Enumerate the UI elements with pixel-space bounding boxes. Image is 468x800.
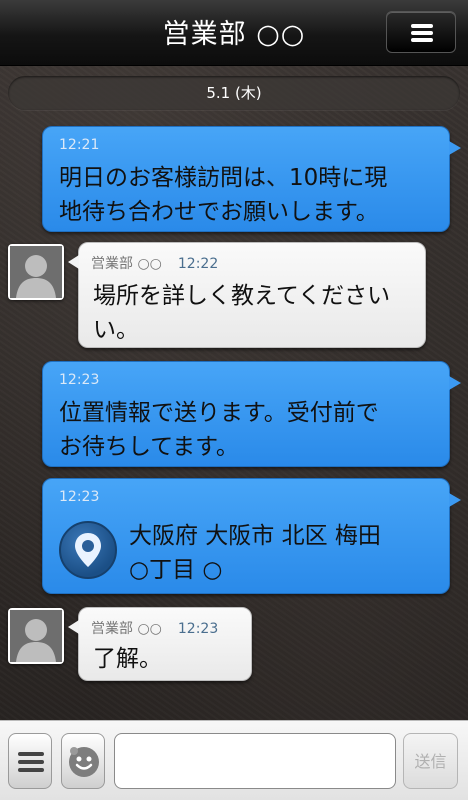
attach-menu-button[interactable] — [8, 733, 52, 789]
message-time: 12:21 — [59, 137, 100, 153]
message-time: 12:23 — [59, 372, 100, 388]
message-text: 位置情報で送ります。受付前で — [59, 400, 379, 426]
menu-button[interactable] — [386, 11, 456, 53]
header-bar: 営業部 ○○ — [0, 0, 468, 66]
hamburger-menu-icon — [411, 24, 433, 28]
message-time: 12:23 — [59, 489, 100, 505]
message-text: お待ちしてます。 — [59, 434, 239, 460]
message-bubble-incoming[interactable]: 営業部 ○○ 12:23 了解。 — [68, 607, 252, 681]
location-address: 大阪府 大阪市 北区 梅田 — [129, 523, 381, 549]
message-input[interactable] — [114, 733, 396, 789]
hamburger-menu-icon-line — [411, 38, 433, 42]
message-bubble-location[interactable]: 12:23 大阪府 大阪市 北区 梅田 ○丁目 ○ — [42, 478, 461, 594]
message-bubble-outgoing[interactable]: 12:23 位置情報で送ります。受付前で お待ちしてます。 — [42, 361, 461, 467]
message-text: 場所を詳しく教えてください — [93, 283, 391, 309]
message-meta: 営業部 ○○ 12:22 — [91, 253, 218, 273]
sender-name: 営業部 ○○ — [91, 621, 162, 637]
message-text: 了解。 — [93, 646, 162, 672]
message-text: 明日のお客様訪問は、10時に現 — [59, 165, 388, 191]
avatar[interactable] — [8, 244, 64, 300]
message-bubble-outgoing[interactable]: 12:21 明日のお客様訪問は、10時に現 地待ち合わせでお願いします。 — [42, 126, 461, 232]
menu-lines-icon — [18, 752, 44, 772]
sticker-face-icon — [69, 747, 99, 777]
person-silhouette-icon — [10, 246, 62, 298]
message-text: い。 — [93, 317, 139, 343]
message-time: 12:23 — [177, 621, 219, 637]
location-address: ○丁目 ○ — [129, 557, 223, 583]
location-pin-icon — [59, 521, 117, 579]
date-separator: 5.1 (木) — [8, 76, 460, 110]
avatar[interactable] — [8, 608, 64, 664]
message-text: 地待ち合わせでお願いします。 — [59, 199, 379, 225]
composer-bar: 送信 — [0, 720, 468, 800]
message-time: 12:22 — [177, 256, 219, 272]
sticker-button[interactable] — [61, 733, 105, 789]
sender-name: 営業部 ○○ — [91, 256, 162, 272]
message-meta: 営業部 ○○ 12:23 — [91, 618, 218, 638]
person-silhouette-icon — [10, 610, 62, 662]
send-button[interactable]: 送信 — [403, 733, 458, 789]
message-bubble-incoming[interactable]: 営業部 ○○ 12:22 場所を詳しく教えてください い。 — [68, 242, 426, 348]
hamburger-menu-icon-line — [411, 31, 433, 35]
